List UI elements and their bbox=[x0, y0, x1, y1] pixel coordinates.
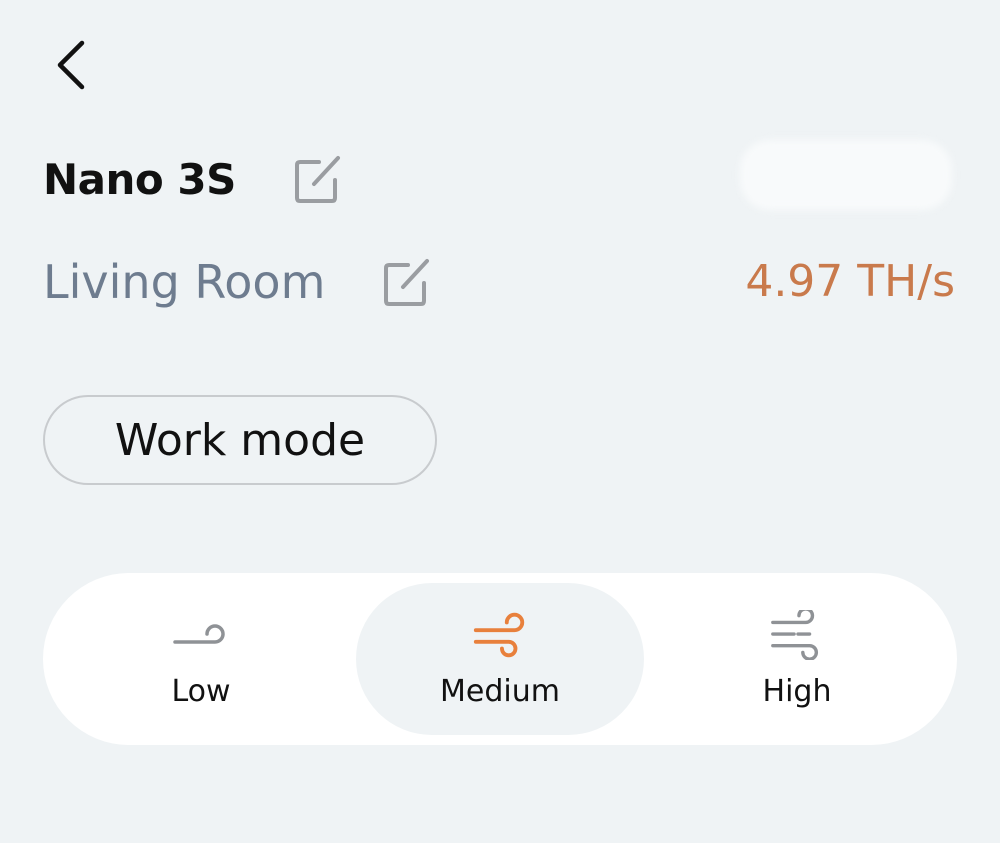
redacted-area bbox=[740, 140, 952, 210]
fan-speed-high-label: High bbox=[762, 673, 832, 709]
wind-medium-icon bbox=[470, 610, 530, 660]
device-name: Nano 3S bbox=[43, 154, 236, 204]
fan-speed-selector: Low Medium High bbox=[43, 573, 957, 745]
back-button[interactable] bbox=[40, 30, 100, 100]
wind-low-icon bbox=[171, 610, 231, 660]
edit-device-name-button[interactable] bbox=[292, 152, 344, 206]
room-name-row: Living Room bbox=[43, 250, 433, 314]
fan-speed-medium-label: Medium bbox=[440, 673, 560, 709]
device-name-row: Nano 3S bbox=[43, 148, 344, 210]
room-name: Living Room bbox=[43, 255, 326, 309]
work-mode-button[interactable]: Work mode bbox=[43, 395, 437, 485]
hashrate-value: 4.97 TH/s bbox=[745, 256, 955, 307]
fan-speed-low[interactable]: Low bbox=[101, 583, 301, 735]
fan-speed-low-label: Low bbox=[171, 673, 231, 709]
wind-high-icon bbox=[767, 609, 827, 660]
fan-speed-high[interactable]: High bbox=[697, 583, 897, 735]
work-mode-label: Work mode bbox=[114, 414, 366, 466]
edit-room-name-button[interactable] bbox=[381, 255, 433, 309]
chevron-left-icon bbox=[57, 40, 85, 90]
fan-speed-medium[interactable]: Medium bbox=[356, 583, 644, 735]
edit-icon bbox=[384, 259, 430, 306]
edit-icon bbox=[294, 156, 340, 203]
